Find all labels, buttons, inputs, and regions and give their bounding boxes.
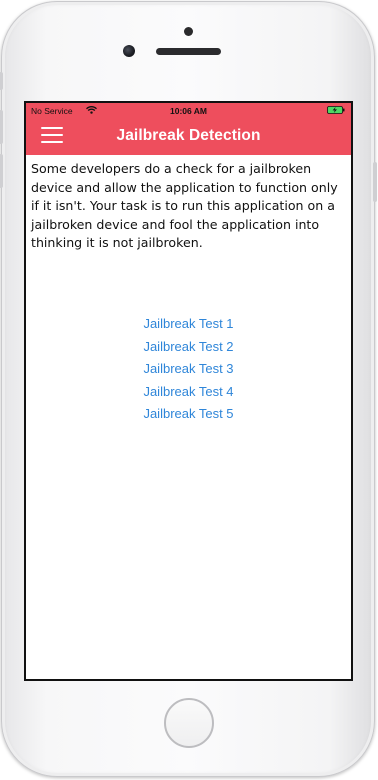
volume-up-button — [0, 110, 3, 144]
app-header: No Service 10:06 AM Jailbreak Detection — [26, 103, 351, 155]
front-camera — [123, 45, 135, 57]
status-time: 10:06 AM — [169, 106, 207, 116]
challenge-description: Some developers do a check for a jailbro… — [31, 161, 338, 250]
app-screen: No Service 10:06 AM Jailbreak Detection … — [24, 101, 353, 681]
jailbreak-test-3-link[interactable]: Jailbreak Test 3 — [139, 358, 239, 381]
power-button — [373, 162, 377, 202]
jailbreak-test-list: Jailbreak Test 1 Jailbreak Test 2 Jailbr… — [26, 313, 351, 426]
jailbreak-test-4-link[interactable]: Jailbreak Test 4 — [139, 381, 239, 404]
jailbreak-test-5-link[interactable]: Jailbreak Test 5 — [139, 403, 239, 426]
mute-switch — [0, 72, 3, 90]
jailbreak-test-1-link[interactable]: Jailbreak Test 1 — [139, 313, 239, 336]
earpiece-speaker — [156, 48, 221, 55]
volume-down-button — [0, 154, 3, 188]
jailbreak-test-2-link[interactable]: Jailbreak Test 2 — [139, 336, 239, 359]
page-title: Jailbreak Detection — [116, 127, 261, 144]
proximity-sensor — [184, 27, 193, 36]
home-button[interactable] — [164, 698, 214, 748]
status-bar: No Service 10:06 AM — [26, 103, 351, 117]
phone-frame: No Service 10:06 AM Jailbreak Detection … — [0, 1, 377, 777]
battery-charging-icon — [327, 106, 345, 114]
